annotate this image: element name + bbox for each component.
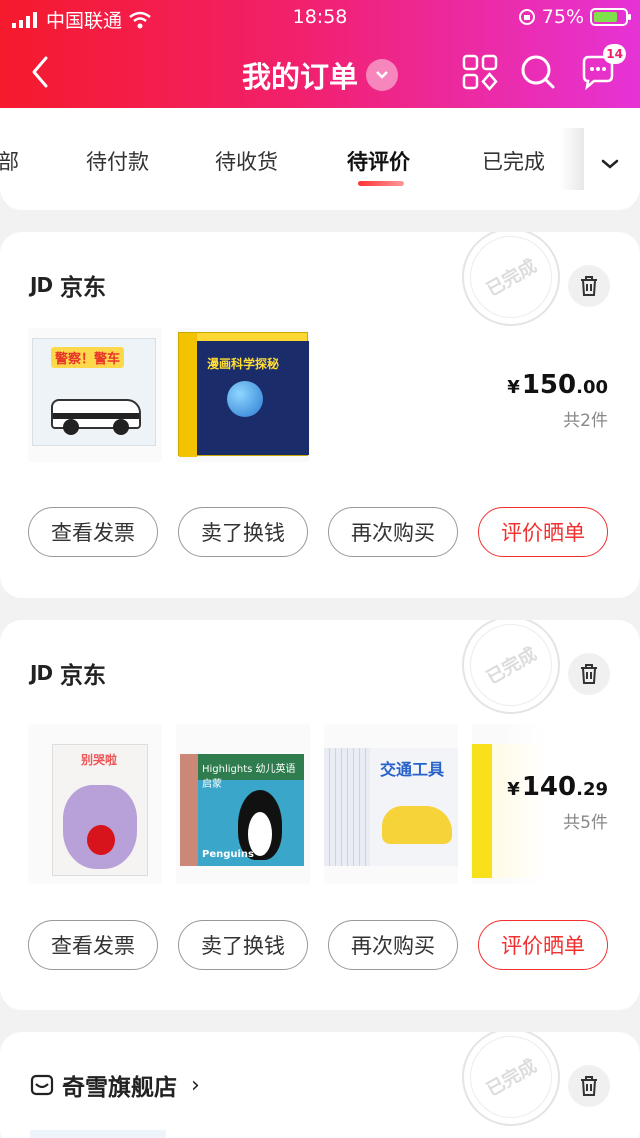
tab-pending-payment[interactable]: 待付款 [86,146,149,176]
box-title: 交通工具 [380,760,445,779]
book-caption: Penguins [202,849,255,860]
review-button[interactable]: 评价晒单 [478,507,608,557]
delete-order-button[interactable] [568,265,610,307]
item-count: 共5件 [563,813,608,833]
product-thumbnail[interactable]: 警察！警车 [28,328,162,462]
status-right: 75% [518,6,631,28]
search-icon[interactable] [518,52,558,92]
jd-logo-icon: JD [30,661,53,685]
buy-again-button[interactable]: 再次购买 [328,920,458,970]
order-actions: 查看发票 卖了换钱 再次购买 评价晒单 [28,920,608,970]
shop-name: 奇雪旗舰店 [62,1075,177,1101]
chevron-right-icon: › [191,1072,200,1098]
stamp-text: 已完成 [483,255,541,301]
tab-pending-review[interactable]: 待评价 [347,146,410,176]
tab-completed[interactable]: 已完成 [482,146,545,176]
shop-header[interactable]: JD 京东 [30,656,106,690]
delete-order-button[interactable] [568,1065,610,1107]
box-title: 漫画科学探秘 [207,357,280,371]
nav-bar: 我的订单 14 [0,40,640,106]
chevron-down-icon[interactable] [596,150,624,178]
mouse-image [63,785,137,869]
jd-logo-icon: JD [30,273,53,297]
battery-percent: 75% [541,6,584,28]
chevron-down-icon[interactable] [366,59,398,91]
app-header: 中国联通 18:58 75% 我的订单 14 [0,0,640,110]
trash-icon [581,664,597,684]
stamp-text: 已完成 [483,1055,541,1101]
buy-again-button[interactable]: 再次购买 [328,507,458,557]
active-tab-indicator [358,181,404,186]
order-card[interactable]: JD 京东 已完成 警察！警车 漫画科学探秘 ¥150.00 共2件 查看发票 … [0,232,640,598]
order-card[interactable]: JD 京东 已完成 别哭啦 Highlights 幼儿英语启蒙 Penguins [0,620,640,1010]
completed-stamp: 已完成 [462,232,560,326]
planet-image [227,381,263,417]
category-grid-icon[interactable] [460,52,500,92]
product-thumbnail[interactable]: 漫画科学探秘 [176,328,310,462]
item-count: 共2件 [563,411,608,431]
order-summary: ¥140.29 共5件 [507,772,608,833]
message-badge: 14 [603,44,626,64]
product-thumbnail[interactable]: Highlights 幼儿英语启蒙 Penguins [176,724,310,884]
order-card[interactable]: 奇雪旗舰店 › 已完成 [0,1032,640,1138]
delete-order-button[interactable] [568,653,610,695]
completed-stamp: 已完成 [462,1032,560,1126]
shop-header[interactable]: JD 京东 [30,268,106,302]
trash-icon [581,276,597,296]
view-invoice-button[interactable]: 查看发票 [28,507,158,557]
resell-button[interactable]: 卖了换钱 [178,507,308,557]
book-title: 别哭啦 [81,753,118,767]
product-list[interactable]: 别哭啦 Highlights 幼儿英语启蒙 Penguins 交通工具 [28,724,562,884]
book-title: 警察！警车 [51,347,125,368]
status-bar: 中国联通 18:58 75% [0,0,640,36]
orientation-lock-icon [518,9,535,25]
store-icon [30,1074,54,1096]
stamp-text: 已完成 [483,643,541,689]
tab-pending-receipt[interactable]: 待收货 [215,146,278,176]
product-thumbnail[interactable]: 别哭啦 [28,724,162,884]
message-button[interactable]: 14 [578,44,626,92]
order-actions: 查看发票 卖了换钱 再次购买 评价晒单 [28,507,608,557]
order-price: ¥150.00 [507,370,608,400]
product-list[interactable]: 警察！警车 漫画科学探秘 [28,328,310,462]
order-tabs: 部 待付款 待收货 待评价 已完成 [0,108,640,210]
product-thumbnail[interactable]: 交通工具 [324,724,458,884]
police-car-image [51,399,141,435]
review-button[interactable]: 评价晒单 [478,920,608,970]
shop-name: 京东 [60,663,107,689]
trash-icon [581,1076,597,1096]
tabs-fade [560,128,584,190]
shop-header[interactable]: 奇雪旗舰店 › [30,1068,200,1102]
shop-name: 京东 [60,275,107,301]
book-banner: Highlights 幼儿英语启蒙 [198,754,304,790]
product-thumbnail[interactable] [30,1130,166,1138]
view-invoice-button[interactable]: 查看发票 [28,920,158,970]
resell-button[interactable]: 卖了换钱 [178,920,308,970]
page-title: 我的订单 [241,60,358,94]
car-image [382,806,452,844]
order-price: ¥140.29 [507,772,608,802]
completed-stamp: 已完成 [462,620,560,714]
battery-level [594,12,617,22]
battery-icon [590,8,631,26]
order-summary: ¥150.00 共2件 [507,370,608,431]
tab-all[interactable]: 部 [0,146,19,176]
